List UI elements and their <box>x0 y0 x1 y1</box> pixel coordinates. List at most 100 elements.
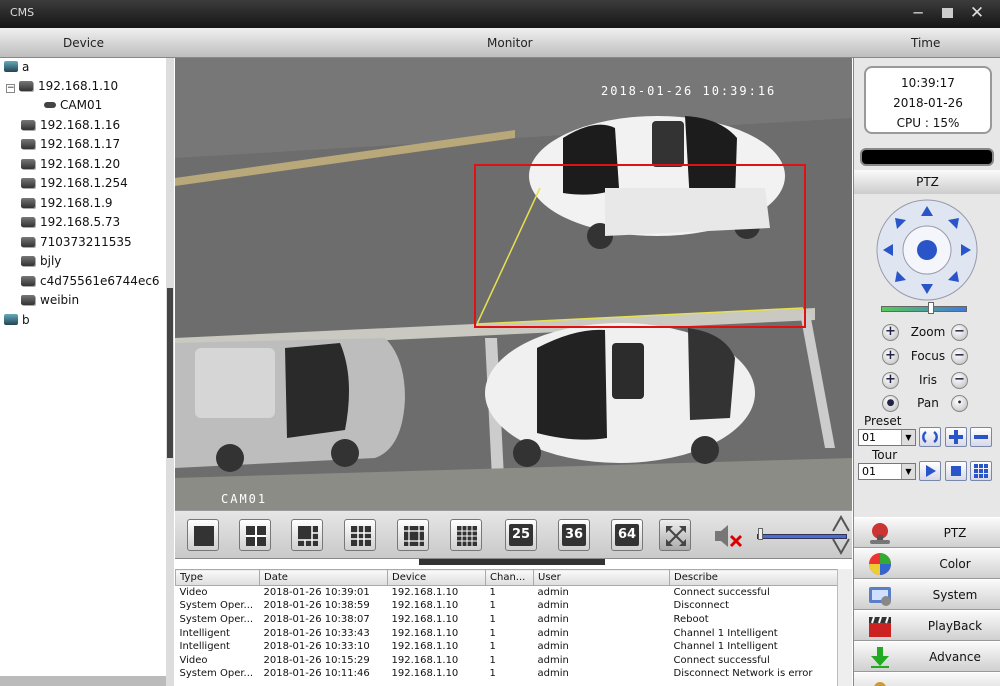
status-bar <box>860 148 994 166</box>
table-row[interactable]: System Oper... 2018-01-26 10:11:46 192.168… <box>176 667 838 681</box>
preset-call-button[interactable] <box>919 427 941 447</box>
layout-64-button[interactable]: 64 <box>611 519 643 551</box>
menu-playback[interactable]: PlayBack <box>854 610 1000 641</box>
ptz-speed-slider[interactable] <box>881 306 967 312</box>
col-describe[interactable]: Describe <box>669 569 838 586</box>
pan-control: ● Pan • <box>882 394 972 412</box>
tree-group-a[interactable]: a <box>4 58 29 76</box>
camera-feed <box>175 58 852 510</box>
toolbar-scroll-arrows[interactable] <box>831 513 851 557</box>
log-scrollbar[interactable] <box>837 569 852 686</box>
plus-icon <box>949 430 963 444</box>
user-icon <box>874 682 886 686</box>
tree-device[interactable]: c4d75561e6744ec6 <box>21 272 160 290</box>
preset-add-button[interactable] <box>945 427 967 447</box>
menu-ptz[interactable]: PTZ <box>854 517 1000 548</box>
tour-stop-button[interactable] <box>945 461 967 481</box>
tree-device[interactable]: 710373211535 <box>21 233 132 251</box>
panel-splitter[interactable] <box>419 559 605 565</box>
close-button[interactable]: ✕ <box>967 4 987 22</box>
clapperboard-icon <box>869 616 891 637</box>
dvr-icon <box>21 159 35 169</box>
tour-label: Tour <box>872 448 898 462</box>
collapse-icon[interactable]: − <box>6 84 15 93</box>
focus-out-button[interactable]: − <box>951 348 968 365</box>
focus-control: + Focus − <box>882 347 972 365</box>
menu-more[interactable] <box>854 672 1000 686</box>
tree-device[interactable]: 192.168.1.9 <box>21 194 113 212</box>
tree-device[interactable]: 192.168.1.17 <box>21 135 120 153</box>
scroll-thumb[interactable] <box>167 288 173 458</box>
layout-9-button[interactable] <box>344 519 376 551</box>
dvr-icon <box>21 217 35 227</box>
menu-color[interactable]: Color <box>854 548 1000 579</box>
play-icon <box>926 465 936 477</box>
menu-system[interactable]: System <box>854 579 1000 610</box>
col-user[interactable]: User <box>533 569 670 586</box>
tree-device[interactable]: weibin <box>21 291 79 309</box>
zoom-out-button[interactable]: − <box>951 324 968 341</box>
preset-select[interactable]: 01 ▼ <box>858 429 916 446</box>
preset-remove-button[interactable] <box>970 427 992 447</box>
zoom-in-button[interactable]: + <box>882 324 899 341</box>
mute-icon[interactable] <box>713 523 743 549</box>
tree-device[interactable]: 192.168.1.20 <box>21 155 120 173</box>
tree-device[interactable]: 192.168.1.16 <box>21 116 120 134</box>
video-timestamp: 2018-01-26 10:39:16 <box>601 84 777 98</box>
device-header: Device <box>63 36 105 50</box>
tour-select[interactable]: 01 ▼ <box>858 463 916 480</box>
layout-16-button[interactable] <box>450 519 482 551</box>
layout-36-button[interactable]: 36 <box>558 519 590 551</box>
fullscreen-button[interactable] <box>659 519 691 551</box>
maximize-button[interactable] <box>937 4 957 22</box>
col-date[interactable]: Date <box>259 569 388 586</box>
col-type[interactable]: Type <box>175 569 260 586</box>
focus-in-button[interactable]: + <box>882 348 899 365</box>
tree-device[interactable]: 192.168.5.73 <box>21 213 120 231</box>
ptz-speed-thumb[interactable] <box>928 302 934 314</box>
minimize-button[interactable]: ─ <box>908 4 928 22</box>
tree-group-b[interactable]: b <box>4 311 30 329</box>
table-row[interactable]: Video 2018-01-26 10:15:29 192.168.1.10 1 adm… <box>176 653 838 667</box>
iris-open-button[interactable]: + <box>882 372 899 389</box>
dvr-icon <box>21 295 35 305</box>
menu-advance[interactable]: Advance <box>854 641 1000 672</box>
pan-stop-button[interactable]: • <box>951 395 968 412</box>
table-row[interactable]: System Oper... 2018-01-26 10:38:59 192.168… <box>176 599 838 613</box>
system-tools-icon <box>869 587 891 606</box>
pan-start-button[interactable]: ● <box>882 395 899 412</box>
stop-icon <box>951 466 961 476</box>
tree-scrollbar[interactable] <box>166 58 174 686</box>
tour-grid-button[interactable] <box>970 461 992 481</box>
tree-device[interactable]: bjly <box>21 252 61 270</box>
iris-close-button[interactable]: − <box>951 372 968 389</box>
table-row[interactable]: System Oper... 2018-01-26 10:38:07 192.168… <box>176 613 838 627</box>
layout-25-button[interactable]: 25 <box>505 519 537 551</box>
table-row[interactable]: Intelligent 2018-01-26 10:33:43 192.168.1.… <box>176 626 838 640</box>
table-row[interactable]: Video 2018-01-26 10:39:01 192.168.1.10 1 adm… <box>176 586 838 600</box>
tour-play-button[interactable] <box>919 461 941 481</box>
tree-search-bar <box>0 676 166 686</box>
tree-device[interactable]: 192.168.1.254 <box>21 174 128 192</box>
tree-device[interactable]: −192.168.1.10 <box>6 77 118 95</box>
layout-1-icon <box>194 526 214 546</box>
col-channel[interactable]: Chan... <box>485 569 534 586</box>
time-header: Time <box>911 36 941 50</box>
col-device[interactable]: Device <box>387 569 486 586</box>
camera-icon <box>44 102 56 108</box>
control-panel: 10:39:17 2018-01-26 CPU : 15% PTZ + Zoom… <box>853 58 1000 686</box>
dvr-icon <box>21 256 35 266</box>
layout-4-button[interactable] <box>239 519 271 551</box>
table-row[interactable]: Intelligent 2018-01-26 10:33:10 192.168.1.… <box>176 640 838 654</box>
tree-camera[interactable]: CAM01 <box>44 96 102 114</box>
volume-thumb[interactable] <box>758 528 763 540</box>
cpu-usage: CPU : 15% <box>896 116 960 130</box>
layout-13-button[interactable] <box>397 519 429 551</box>
layout-1-button[interactable] <box>187 519 219 551</box>
section-header: Device Monitor Time <box>0 28 1000 58</box>
video-view[interactable]: 2018-01-26 10:39:16 CAM01 <box>175 58 852 510</box>
window-title: CMS <box>10 6 35 19</box>
layout-6-button[interactable] <box>291 519 323 551</box>
ptz-direction-pad[interactable] <box>875 198 979 302</box>
device-tree: a −192.168.1.10 CAM01 192.168.1.16 192.1… <box>0 58 168 676</box>
